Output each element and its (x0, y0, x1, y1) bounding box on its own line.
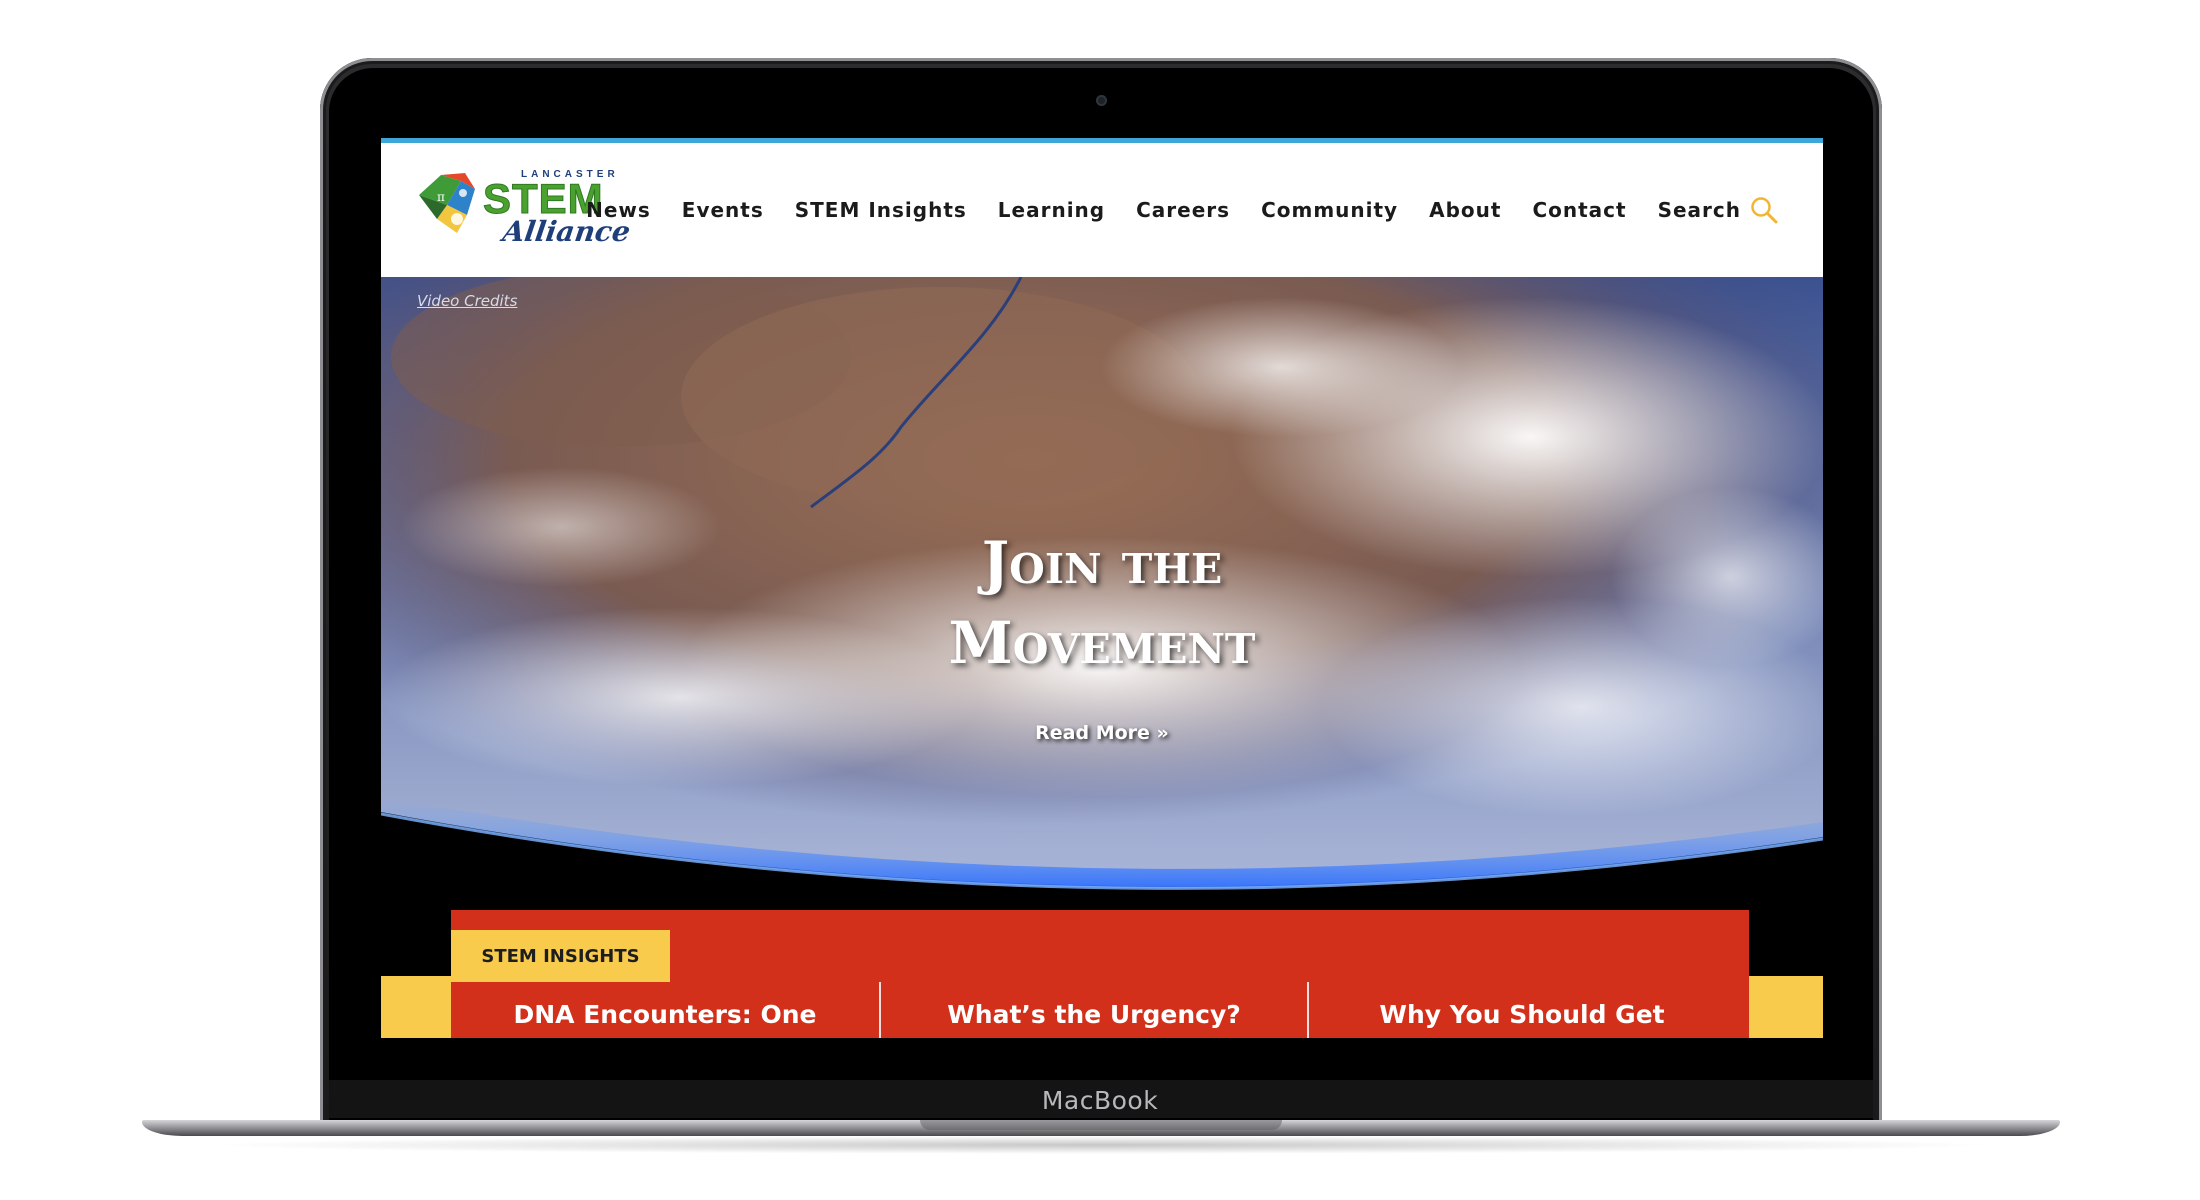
main-nav: News Events STEM Insights Learning Caree… (586, 143, 1779, 277)
insight-article-1[interactable]: DNA Encounters: One (451, 982, 879, 1038)
stem-insights-tag[interactable]: STEM INSIGHTS (451, 930, 670, 982)
video-credits-link[interactable]: Video Credits (417, 292, 517, 310)
stem-insights-panel: STEM INSIGHTS DNA Encounters: One What’s… (451, 910, 1749, 1038)
yellow-accent-right (1749, 976, 1823, 1038)
search-button[interactable]: Search (1658, 195, 1779, 225)
nav-learning[interactable]: Learning (998, 198, 1105, 222)
hinge-notch (920, 1120, 1282, 1130)
nav-news[interactable]: News (586, 198, 651, 222)
read-more-link[interactable]: Read More » (381, 722, 1823, 744)
hero-title: Join the Movement (381, 523, 1823, 683)
hero-title-line1: Join the (981, 529, 1223, 597)
device-label: MacBook (1041, 1086, 1159, 1115)
insight-article-3[interactable]: Why You Should Get (1307, 982, 1735, 1038)
nav-events[interactable]: Events (682, 198, 764, 222)
hero-title-line2: Movement (948, 609, 1256, 677)
nav-stem-insights[interactable]: STEM Insights (795, 198, 967, 222)
search-label: Search (1657, 198, 1741, 222)
nav-careers[interactable]: Careers (1136, 198, 1230, 222)
website-screen: π LANCASTER STEM Alliance News Events ST… (381, 138, 1823, 1038)
site-header: π LANCASTER STEM Alliance News Events ST… (381, 143, 1823, 277)
svg-text:π: π (437, 190, 445, 204)
nav-contact[interactable]: Contact (1532, 198, 1626, 222)
search-icon (1751, 197, 1778, 224)
camera-icon (1096, 95, 1107, 106)
nav-about[interactable]: About (1429, 198, 1501, 222)
stem-logo-icon: π (419, 173, 475, 233)
insight-article-2[interactable]: What’s the Urgency? (879, 982, 1307, 1038)
yellow-accent-left (381, 976, 451, 1038)
base-shadow (200, 1136, 2000, 1154)
nav-community[interactable]: Community (1261, 198, 1398, 222)
